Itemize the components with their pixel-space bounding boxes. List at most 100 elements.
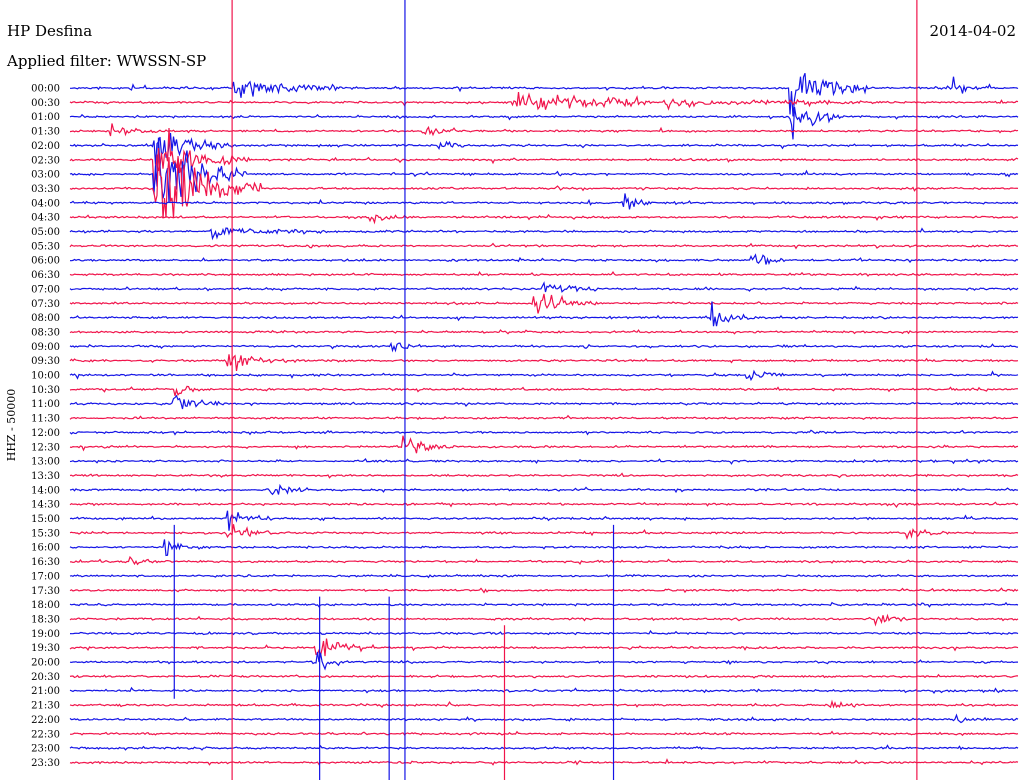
time-tick-label: 16:30 bbox=[31, 557, 60, 568]
trace-0900 bbox=[69, 341, 1019, 353]
time-tick-label: 05:30 bbox=[31, 241, 60, 252]
time-tick-label: 07:30 bbox=[31, 299, 60, 310]
trace-0430 bbox=[69, 213, 1019, 225]
time-tick-label: 09:30 bbox=[31, 356, 60, 367]
trace-2300 bbox=[69, 744, 1019, 751]
time-tick-label: 11:00 bbox=[31, 399, 60, 410]
time-tick-label: 05:00 bbox=[31, 227, 60, 238]
time-tick-label: 22:30 bbox=[31, 729, 60, 740]
trace-1730 bbox=[69, 587, 1019, 594]
time-tick-label: 08:00 bbox=[31, 313, 60, 324]
time-tick-label: 06:30 bbox=[31, 270, 60, 281]
time-tick-label: 18:00 bbox=[31, 600, 60, 611]
date-label: 2014-04-02 bbox=[930, 22, 1016, 40]
trace-0800 bbox=[69, 301, 1019, 327]
time-tick-label: 21:00 bbox=[31, 686, 60, 697]
trace-0630 bbox=[69, 271, 1019, 277]
time-tick-label: 13:00 bbox=[31, 457, 60, 468]
time-tick-label: 01:00 bbox=[31, 112, 60, 123]
time-tick-label: 08:30 bbox=[31, 327, 60, 338]
trace-2230 bbox=[69, 730, 1019, 737]
trace-2030 bbox=[69, 673, 1018, 679]
trace-0600 bbox=[69, 253, 1019, 265]
time-tick-label: 15:30 bbox=[31, 528, 60, 539]
trace-1130 bbox=[69, 414, 1019, 421]
time-tick-label: 22:00 bbox=[31, 715, 60, 726]
time-tick-label: 04:30 bbox=[31, 213, 60, 224]
trace-0130 bbox=[69, 123, 1019, 137]
trace-1800 bbox=[69, 601, 1019, 608]
trace-1430 bbox=[69, 501, 1019, 509]
channel-axis-label: HHZ - 50000 bbox=[5, 389, 18, 462]
trace-1530 bbox=[69, 524, 1019, 541]
time-tick-label: 11:30 bbox=[31, 414, 60, 425]
trace-0500 bbox=[69, 227, 1018, 241]
trace-1700 bbox=[69, 573, 1019, 579]
time-tick-label: 10:00 bbox=[31, 371, 60, 382]
time-tick-label: 07:00 bbox=[31, 284, 60, 295]
trace-1330 bbox=[69, 472, 1019, 479]
trace-1100 bbox=[69, 394, 1019, 410]
time-tick-label: 10:30 bbox=[31, 385, 60, 396]
time-tick-label: 19:00 bbox=[31, 629, 60, 640]
helicorder-chart: HP Desfina Applied filter: WWSSN-SP 2014… bbox=[5, 0, 1019, 780]
trace-0930 bbox=[69, 354, 1019, 371]
time-tick-label: 02:30 bbox=[31, 155, 60, 166]
trace-0700 bbox=[69, 281, 1019, 293]
time-tick-label: 20:00 bbox=[31, 658, 60, 669]
time-tick-label: 09:00 bbox=[31, 342, 60, 353]
trace-1930 bbox=[69, 638, 1019, 658]
time-tick-label: 16:00 bbox=[31, 543, 60, 554]
time-tick-label: 17:00 bbox=[31, 571, 60, 582]
time-tick-label: 20:30 bbox=[31, 672, 60, 683]
time-tick-label: 06:00 bbox=[31, 256, 60, 267]
trace-1630 bbox=[70, 555, 1018, 566]
trace-1300 bbox=[69, 458, 1019, 465]
time-axis-labels: 00:00 00:30 01:00 01:30 02:00 02:30 03:00 03:30… bbox=[31, 84, 60, 769]
trace-0830 bbox=[69, 329, 1019, 335]
trace-1600 bbox=[69, 539, 1019, 557]
time-tick-label: 17:30 bbox=[31, 586, 60, 597]
time-tick-label: 03:00 bbox=[31, 170, 60, 181]
trace-2000 bbox=[69, 651, 1018, 671]
trace-0730 bbox=[69, 293, 1019, 314]
time-tick-label: 00:30 bbox=[31, 98, 60, 109]
trace-1900 bbox=[69, 629, 1019, 636]
filter-label: Applied filter: WWSSN-SP bbox=[6, 52, 206, 70]
time-tick-label: 18:30 bbox=[31, 614, 60, 625]
time-tick-label: 00:00 bbox=[31, 84, 60, 95]
trace-0030 bbox=[69, 92, 1019, 111]
trace-0100 bbox=[69, 106, 1019, 140]
trace-2100 bbox=[69, 686, 1019, 695]
trace-0530 bbox=[69, 242, 1019, 250]
time-tick-label: 21:30 bbox=[31, 701, 60, 712]
seismic-traces bbox=[69, 72, 1019, 766]
time-tick-label: 04:00 bbox=[31, 198, 60, 209]
time-tick-label: 15:00 bbox=[31, 514, 60, 525]
station-title: HP Desfina bbox=[7, 22, 92, 40]
trace-1500 bbox=[69, 510, 1019, 531]
trace-1200 bbox=[69, 429, 1019, 436]
time-tick-label: 01:30 bbox=[31, 127, 60, 138]
trace-2200 bbox=[69, 713, 1019, 724]
time-tick-label: 03:30 bbox=[31, 184, 60, 195]
time-tick-label: 12:00 bbox=[31, 428, 60, 439]
trace-1030 bbox=[69, 385, 1019, 396]
time-tick-label: 19:30 bbox=[31, 643, 60, 654]
trace-0400 bbox=[69, 193, 1019, 210]
time-tick-label: 23:30 bbox=[31, 758, 60, 769]
time-tick-label: 02:00 bbox=[31, 141, 60, 152]
trace-1230 bbox=[69, 435, 1019, 454]
time-tick-label: 13:30 bbox=[31, 471, 60, 482]
trace-2330 bbox=[69, 758, 1019, 766]
trace-0000 bbox=[70, 72, 1019, 117]
trace-1830 bbox=[69, 613, 1019, 627]
time-tick-label: 12:30 bbox=[31, 442, 60, 453]
time-tick-label: 23:00 bbox=[31, 744, 60, 755]
trace-1400 bbox=[69, 483, 1019, 496]
time-tick-label: 14:30 bbox=[31, 500, 60, 511]
trace-2130 bbox=[69, 699, 1019, 709]
trace-1000 bbox=[69, 369, 1019, 382]
trace-0230 bbox=[69, 127, 1019, 188]
time-tick-label: 14:00 bbox=[31, 485, 60, 496]
